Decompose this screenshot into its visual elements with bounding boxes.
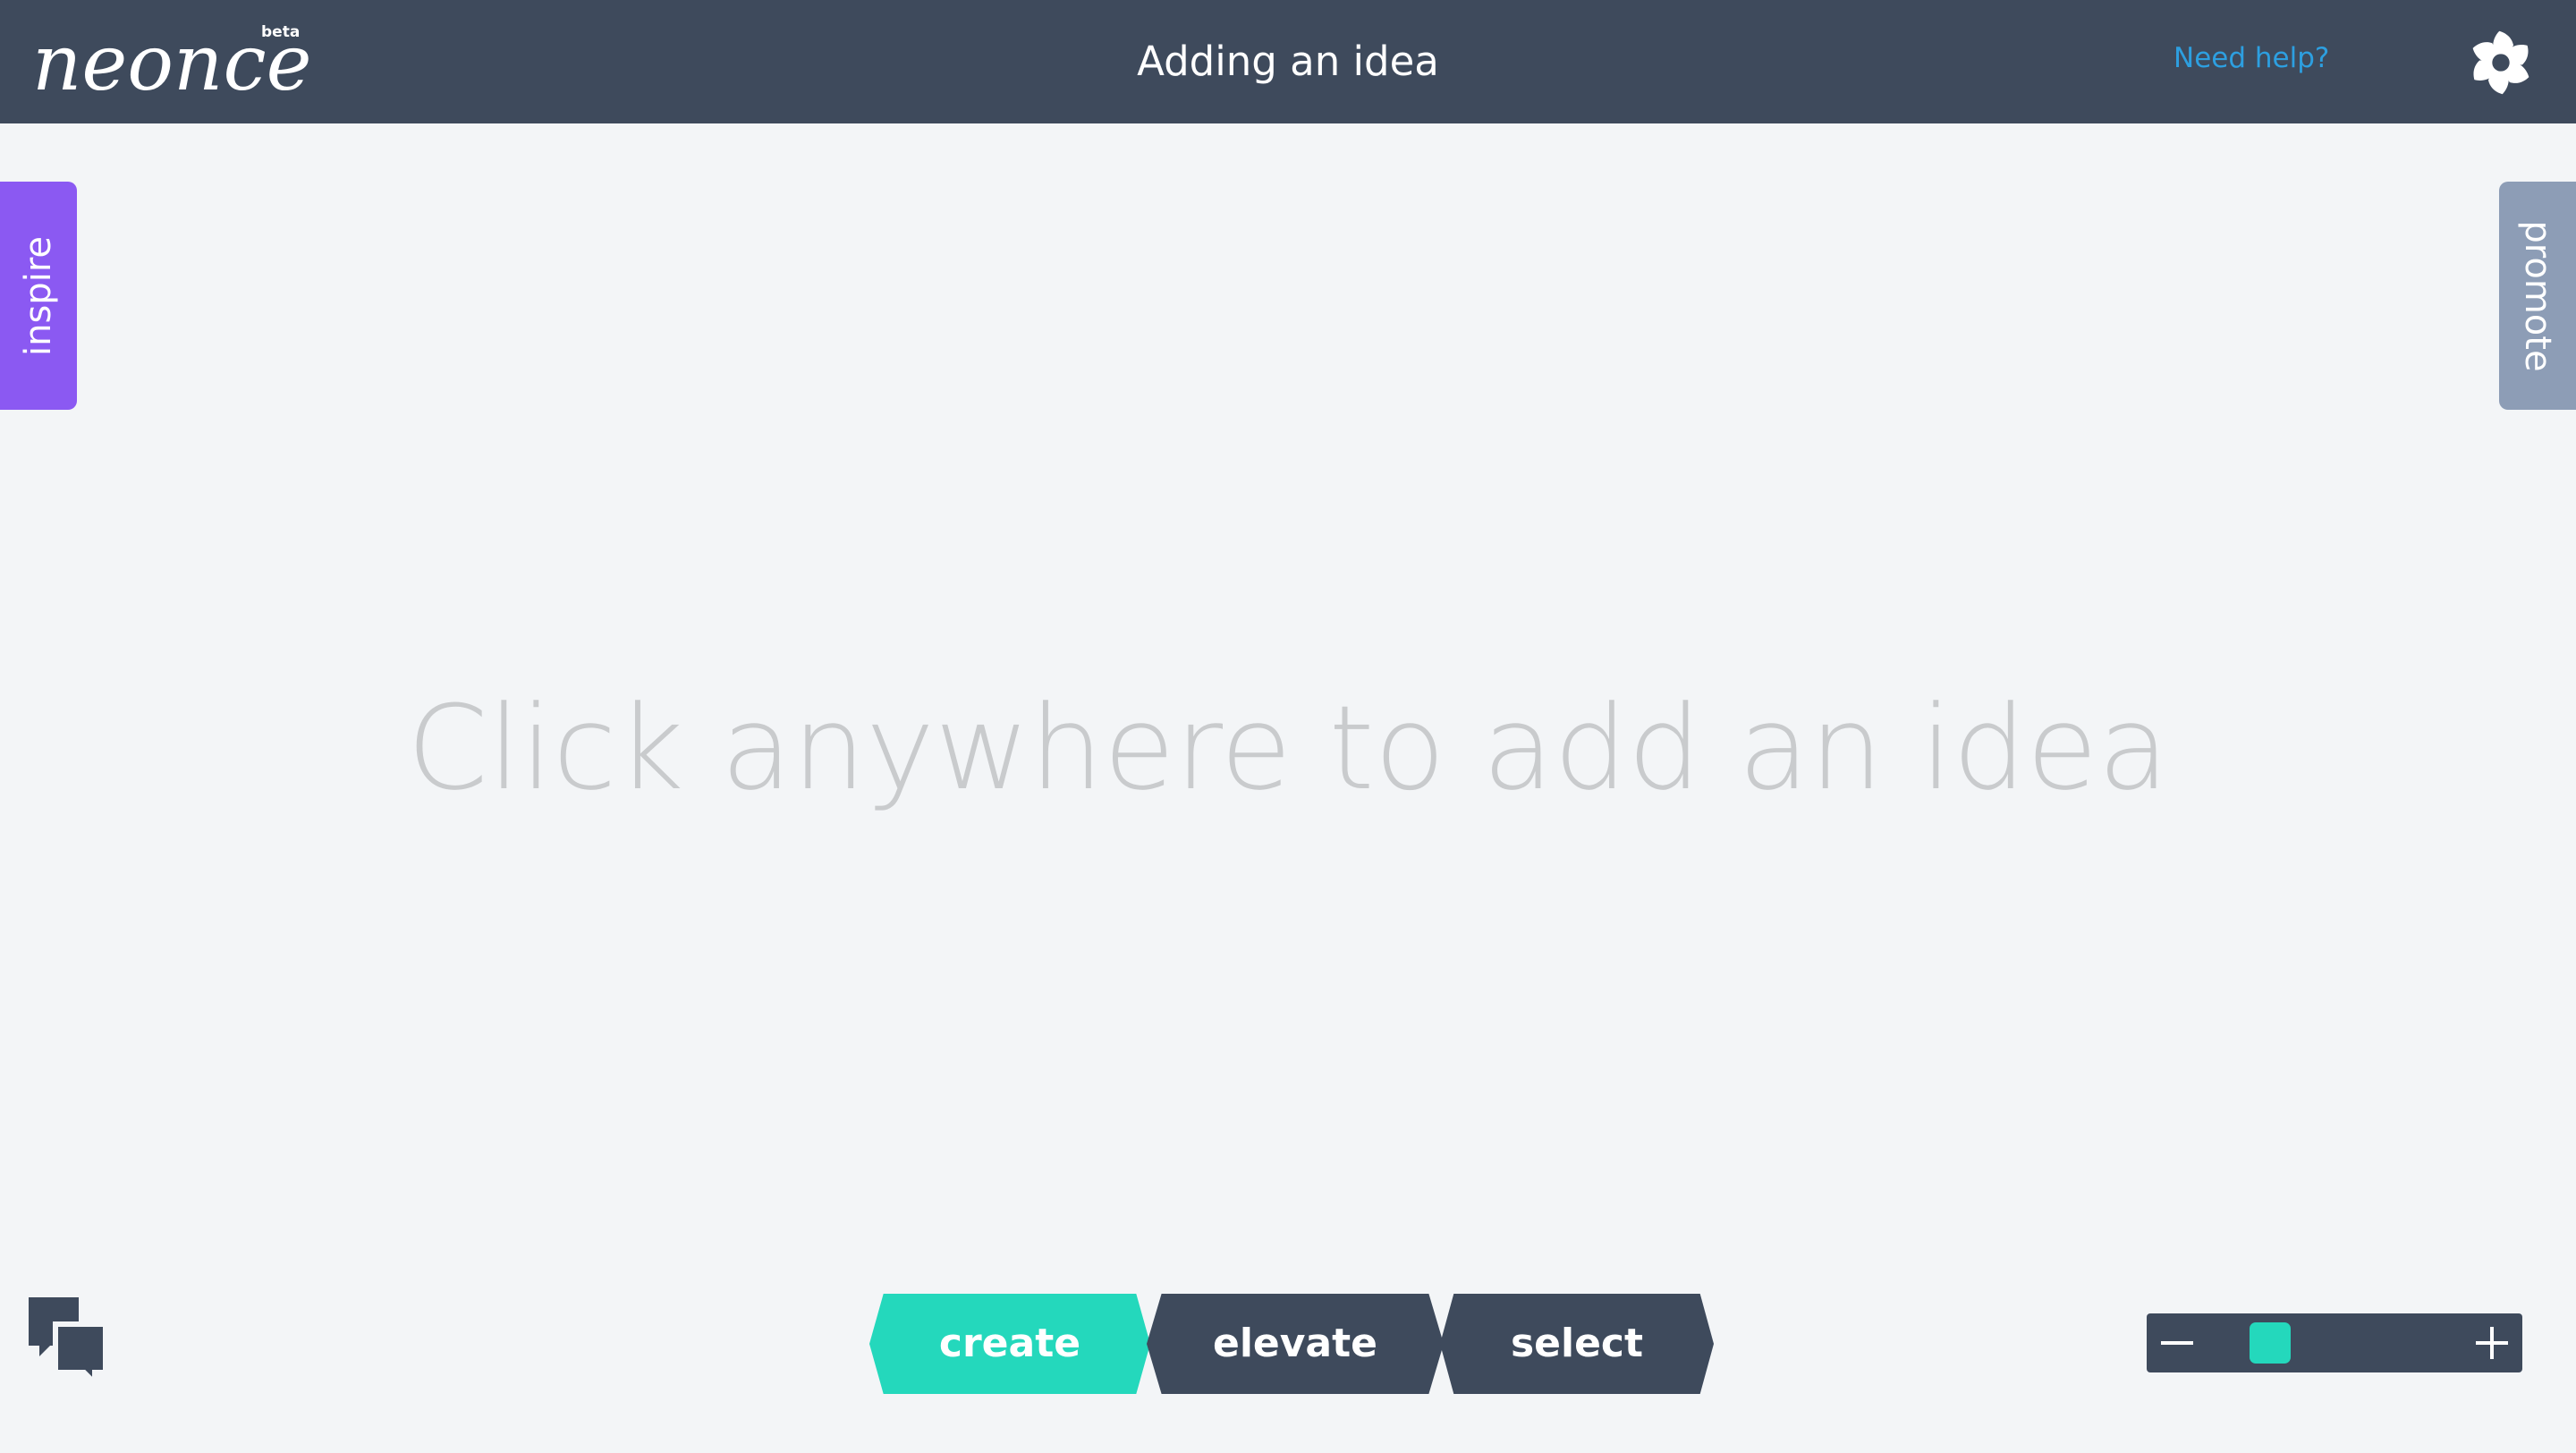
promote-tab[interactable]: promote bbox=[2499, 182, 2576, 410]
beta-badge: beta bbox=[261, 23, 301, 41]
zoom-slider[interactable] bbox=[2147, 1313, 2522, 1372]
inspire-tab[interactable]: inspire bbox=[0, 182, 77, 410]
chat-bubbles-icon bbox=[29, 1297, 108, 1390]
minus-icon bbox=[2161, 1341, 2193, 1345]
inspire-tab-label: inspire bbox=[18, 235, 59, 356]
settings-button[interactable] bbox=[2462, 23, 2540, 102]
idea-canvas[interactable] bbox=[0, 123, 2576, 1453]
top-bar: neonce beta Adding an idea Need help? bbox=[0, 0, 2576, 123]
elevate-mode-button[interactable]: elevate bbox=[1147, 1294, 1444, 1394]
zoom-track[interactable] bbox=[2233, 1313, 2465, 1372]
zoom-in-button[interactable] bbox=[2474, 1325, 2510, 1361]
zoom-handle[interactable] bbox=[2250, 1322, 2291, 1364]
chat-button[interactable] bbox=[27, 1296, 109, 1390]
zoom-out-button[interactable] bbox=[2159, 1325, 2195, 1361]
promote-tab-label: promote bbox=[2517, 219, 2558, 372]
plus-icon bbox=[2476, 1327, 2508, 1359]
create-mode-button[interactable]: create bbox=[869, 1294, 1150, 1394]
help-link[interactable]: Need help? bbox=[2174, 42, 2329, 74]
select-mode-button[interactable]: select bbox=[1440, 1294, 1714, 1394]
pinwheel-gear-icon bbox=[2472, 30, 2529, 95]
